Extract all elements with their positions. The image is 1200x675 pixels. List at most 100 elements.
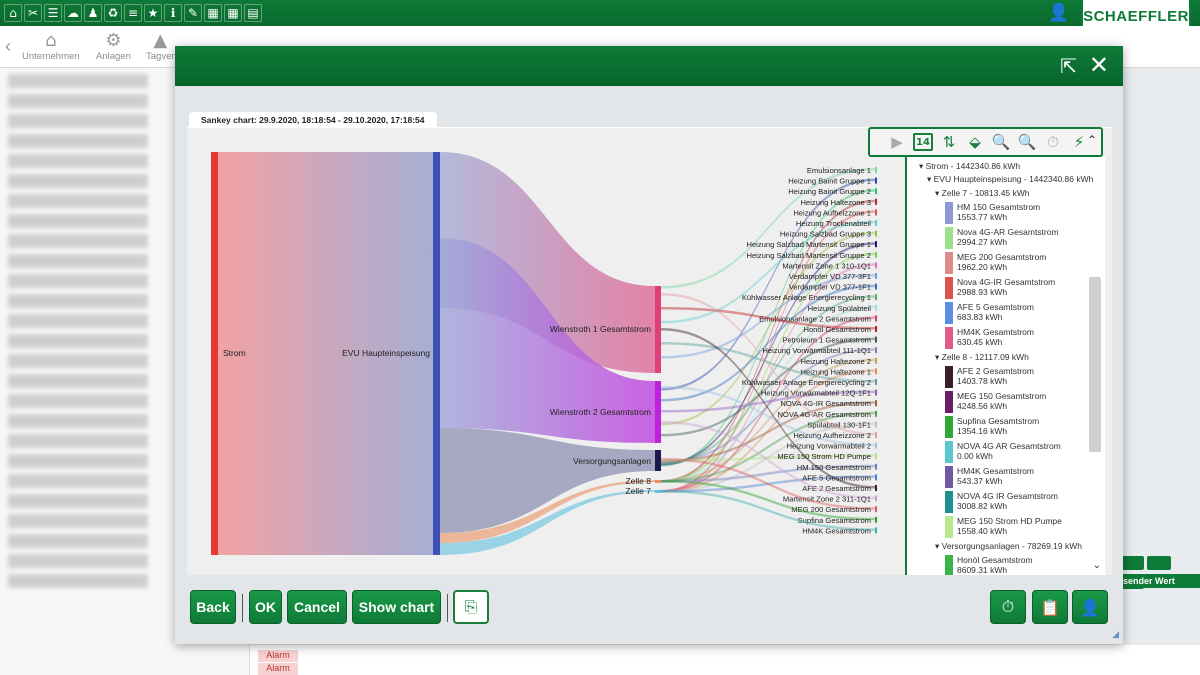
sankey-node-w1[interactable] (655, 286, 661, 373)
sankey-node-vers[interactable] (655, 450, 661, 471)
tree-leaf[interactable]: HM4K Gesamtstrom 543.37 kWh (945, 466, 1105, 488)
calendar-icon[interactable]: 14 (913, 133, 933, 151)
cancel-button[interactable]: Cancel (287, 590, 347, 624)
scroll-down-icon[interactable]: ⌄ (1093, 560, 1101, 571)
sankey-node-z7[interactable] (655, 490, 661, 493)
tree-leaf[interactable]: HM 150 Gesamtstrom 1553.77 kWh (945, 202, 1105, 224)
sankey-node-strom[interactable] (211, 152, 218, 555)
tree-leaf[interactable]: AFE 5 Gesamtstrom 683.83 kWh (945, 302, 1105, 324)
cloud-sync-icon[interactable]: ♻ (104, 4, 122, 22)
tree-node-root[interactable]: ▾ Strom - 1442340.86 kWh (907, 157, 1105, 172)
sankey-node-leaf[interactable] (875, 198, 881, 205)
sankey-node-w2[interactable] (655, 381, 661, 443)
timer-icon[interactable]: ⏱ (1040, 131, 1066, 153)
sankey-node-leaf[interactable] (875, 294, 881, 301)
sankey-node-leaf[interactable] (875, 315, 881, 322)
sankey-node-leaf[interactable] (875, 485, 881, 491)
tree-leaf[interactable]: Nova 4G-AR Gesamtstrom 2994.27 kWh (945, 227, 1105, 249)
sankey-node-leaf[interactable] (875, 506, 881, 513)
sankey-node-leaf[interactable] (875, 283, 881, 290)
timer-button-icon[interactable]: ⏱ (990, 590, 1026, 624)
star-icon[interactable]: ★ (144, 4, 162, 22)
sankey-node-leaf[interactable] (875, 188, 881, 195)
sankey-node-leaf[interactable] (875, 273, 881, 279)
zoom-out-icon[interactable]: 🔍 (1014, 131, 1040, 153)
tree-leaf[interactable]: AFE 2 Gesamtstrom 1403.78 kWh (945, 366, 1105, 388)
sankey-node-leaf[interactable] (875, 326, 881, 332)
sankey-node-leaf[interactable] (875, 230, 881, 237)
sankey-node-evu[interactable] (433, 152, 440, 555)
tree-leaf[interactable]: MEG 200 Gesamtstrom 1962.20 kWh (945, 252, 1105, 274)
nav-item-tagver[interactable]: ▲ Tagver (146, 30, 175, 62)
sankey-chart[interactable]: Emulsionsanlage 1 Heizung Bainit Gruppe 1… (187, 128, 881, 576)
popout-icon[interactable]: ⇱ (1060, 54, 1077, 78)
sankey-node-leaf[interactable] (875, 453, 881, 460)
tree-node-versorgung[interactable]: ▾ Versorgungsanlagen - 78269.19 kWh (907, 541, 1105, 552)
background-button[interactable] (1120, 556, 1144, 570)
sankey-node-leaf[interactable] (875, 442, 881, 449)
sankey-node-leaf[interactable] (875, 241, 881, 248)
sankey-node-leaf[interactable] (875, 432, 881, 438)
nav-item-anlagen[interactable]: ⚙ Anlagen (96, 30, 131, 62)
sankey-node-leaf[interactable] (875, 474, 881, 481)
show-chart-button[interactable]: Show chart (352, 590, 441, 624)
play-icon[interactable]: ▶ (884, 131, 910, 153)
sankey-node-leaf[interactable] (875, 304, 881, 311)
sankey-node-leaf[interactable] (875, 400, 881, 407)
calendar-icon[interactable]: ▦ (204, 4, 222, 22)
sort-icon[interactable]: ⇅ (936, 131, 962, 153)
tree-node-evu[interactable]: ▾ EVU Haupteinspeisung - 1442340.86 kWh (907, 174, 1105, 185)
database-icon[interactable]: ≡ (124, 4, 142, 22)
zoom-in-icon[interactable]: 🔍 (988, 131, 1014, 153)
sankey-node-leaf[interactable] (875, 251, 881, 258)
sankey-node-leaf[interactable] (875, 410, 881, 417)
nav-back-icon[interactable]: ‹ (5, 36, 11, 57)
back-button[interactable]: Back (190, 590, 236, 624)
sankey-node-leaf[interactable] (875, 379, 881, 385)
user-icon[interactable]: 👤 (1048, 3, 1069, 23)
tree-leaf[interactable]: MEG 150 Strom HD Pumpe 1558.40 kWh (945, 516, 1105, 538)
sankey-node-leaf[interactable] (875, 421, 881, 428)
tree-leaf[interactable]: Honöl Gesamtstrom 8609.31 kWh (945, 555, 1105, 575)
sankey-node-leaf[interactable] (875, 347, 881, 354)
tree-leaf[interactable]: HM4K Gesamtstrom 630.45 kWh (945, 327, 1105, 349)
sankey-node-leaf[interactable] (875, 463, 881, 470)
tree-scrollbar[interactable] (1089, 277, 1101, 452)
resize-handle-icon[interactable]: ◢ (1112, 629, 1119, 640)
tree-leaf[interactable]: MEG 150 Gesamtstrom 4248.56 kWh (945, 391, 1105, 413)
nav-item-unternehmen[interactable]: ⌂ Unternehmen (22, 30, 80, 62)
tree-node-zelle7[interactable]: ▾ Zelle 7 - 10813.45 kWh (907, 188, 1105, 199)
chart-tab[interactable]: Sankey chart: 29.9.2020, 18:18:54 - 29.1… (189, 112, 437, 128)
sankey-node-leaf[interactable] (875, 516, 881, 523)
tree-leaf[interactable]: NOVA 4G IR Gesamtstrom 3008.82 kWh (945, 491, 1105, 513)
bulb-icon[interactable]: ✎ (184, 4, 202, 22)
sankey-node-leaf[interactable] (875, 167, 881, 173)
sankey-node-leaf[interactable] (875, 495, 881, 502)
cloud-icon[interactable]: ☁ (64, 4, 82, 22)
tree-node-zelle8[interactable]: ▾ Zelle 8 - 12117.09 kWh (907, 352, 1105, 363)
document-icon[interactable]: ▤ (244, 4, 262, 22)
tree-leaf[interactable]: NOVA 4G AR Gesamtstrom 0.00 kWh (945, 441, 1105, 463)
sankey-node-leaf[interactable] (875, 220, 881, 226)
export-excel-icon[interactable]: ⎘ (453, 590, 489, 624)
user-settings-icon[interactable]: 👤 (1072, 590, 1108, 624)
sankey-node-leaf[interactable] (875, 209, 881, 216)
tree-leaf[interactable]: Supfina Gesamtstrom 1354.16 kWh (945, 416, 1105, 438)
sankey-node-leaf[interactable] (875, 527, 881, 534)
close-icon[interactable]: ✕ (1089, 51, 1109, 79)
calendar-alt-icon[interactable]: ▦ (224, 4, 242, 22)
sankey-node-leaf[interactable] (875, 357, 881, 364)
background-button[interactable] (1147, 556, 1171, 570)
sankey-node-leaf[interactable] (875, 177, 881, 184)
tools-icon[interactable]: ✂ (24, 4, 42, 22)
list-icon[interactable]: ☰ (44, 4, 62, 22)
toolbar-expand-icon[interactable]: › (868, 137, 874, 149)
tree-leaf[interactable]: Nova 4G-IR Gesamtstrom 2988.93 kWh (945, 277, 1105, 299)
sankey-node-leaf[interactable] (875, 336, 881, 343)
ok-button[interactable]: OK (249, 590, 282, 624)
clipboard-icon[interactable]: 📋 (1032, 590, 1068, 624)
person-icon[interactable]: ♟ (84, 4, 102, 22)
home-icon[interactable]: ⌂ (4, 4, 22, 22)
info-icon[interactable]: ℹ (164, 4, 182, 22)
sankey-node-z8[interactable] (655, 480, 661, 483)
